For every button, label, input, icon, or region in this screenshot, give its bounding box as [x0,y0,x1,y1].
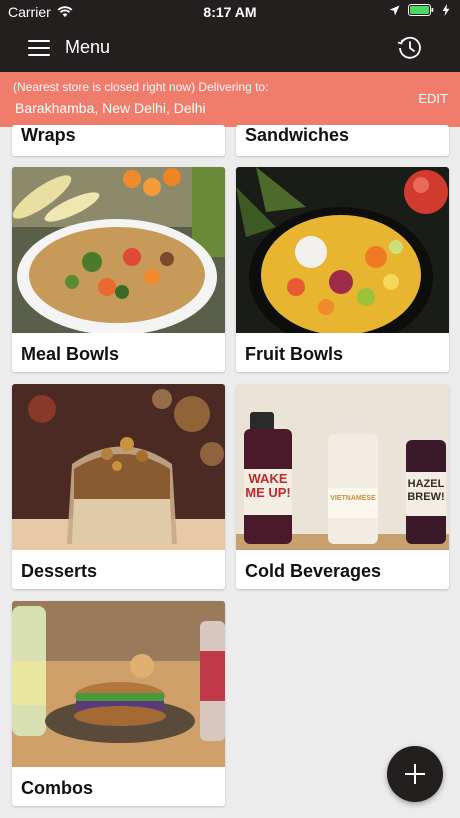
category-card-combos[interactable]: Combos [12,601,225,806]
cold-beverages-image [236,384,449,550]
category-card-fruit-bowls[interactable]: Fruit Bowls [236,167,449,372]
bottle-label-hazel-brew: HAZEL BREW! [407,478,445,503]
category-label: Wraps [21,125,76,145]
plus-icon-vertical [414,764,416,784]
category-label: Combos [21,778,93,798]
hamburger-icon [28,40,50,42]
edit-address-button[interactable]: EDIT [418,91,448,106]
store-closed-notice: (Nearest store is closed right now) Deli… [13,80,269,94]
category-card-cold-beverages[interactable]: WAKE ME UP! VIETNAMESE HAZEL BREW! Cold … [236,384,449,589]
desserts-image [12,384,225,550]
top-nav-bar: Menu [0,24,460,72]
bottle-label-vietnamese: VIETNAMESE [330,495,376,502]
category-label: Desserts [21,561,98,581]
hamburger-icon-bar [28,54,50,56]
delivery-banner: (Nearest store is closed right now) Deli… [0,72,460,127]
location-arrow-icon [389,5,400,15]
combos-image [12,601,225,767]
status-right [389,4,450,16]
category-card-wraps[interactable]: Wraps [12,125,225,156]
category-card-sandwiches[interactable]: Sandwiches [236,125,449,156]
charging-bolt-icon [442,4,450,16]
hamburger-menu-button[interactable] [28,40,50,56]
status-bar: Carrier 8:17 AM [0,0,460,24]
meal-bowls-image [12,167,225,333]
category-label: Sandwiches [245,125,350,145]
category-label: Meal Bowls [21,344,120,364]
page-title: Menu [65,37,111,57]
history-clock-icon[interactable] [396,34,424,62]
fruit-bowls-image [236,167,449,333]
category-label: Cold Beverages [245,561,382,581]
category-card-meal-bowls[interactable]: Meal Bowls [12,167,225,372]
battery-icon [408,4,434,16]
bottle-label-wake-me-up: WAKE ME UP! [245,471,291,500]
category-label: Fruit Bowls [245,344,343,364]
add-fab-button[interactable] [387,746,443,802]
category-card-desserts[interactable]: Desserts [12,384,225,589]
delivery-address: Barakhamba, New Delhi, Delhi [15,100,206,116]
hamburger-icon-bar [28,47,50,49]
